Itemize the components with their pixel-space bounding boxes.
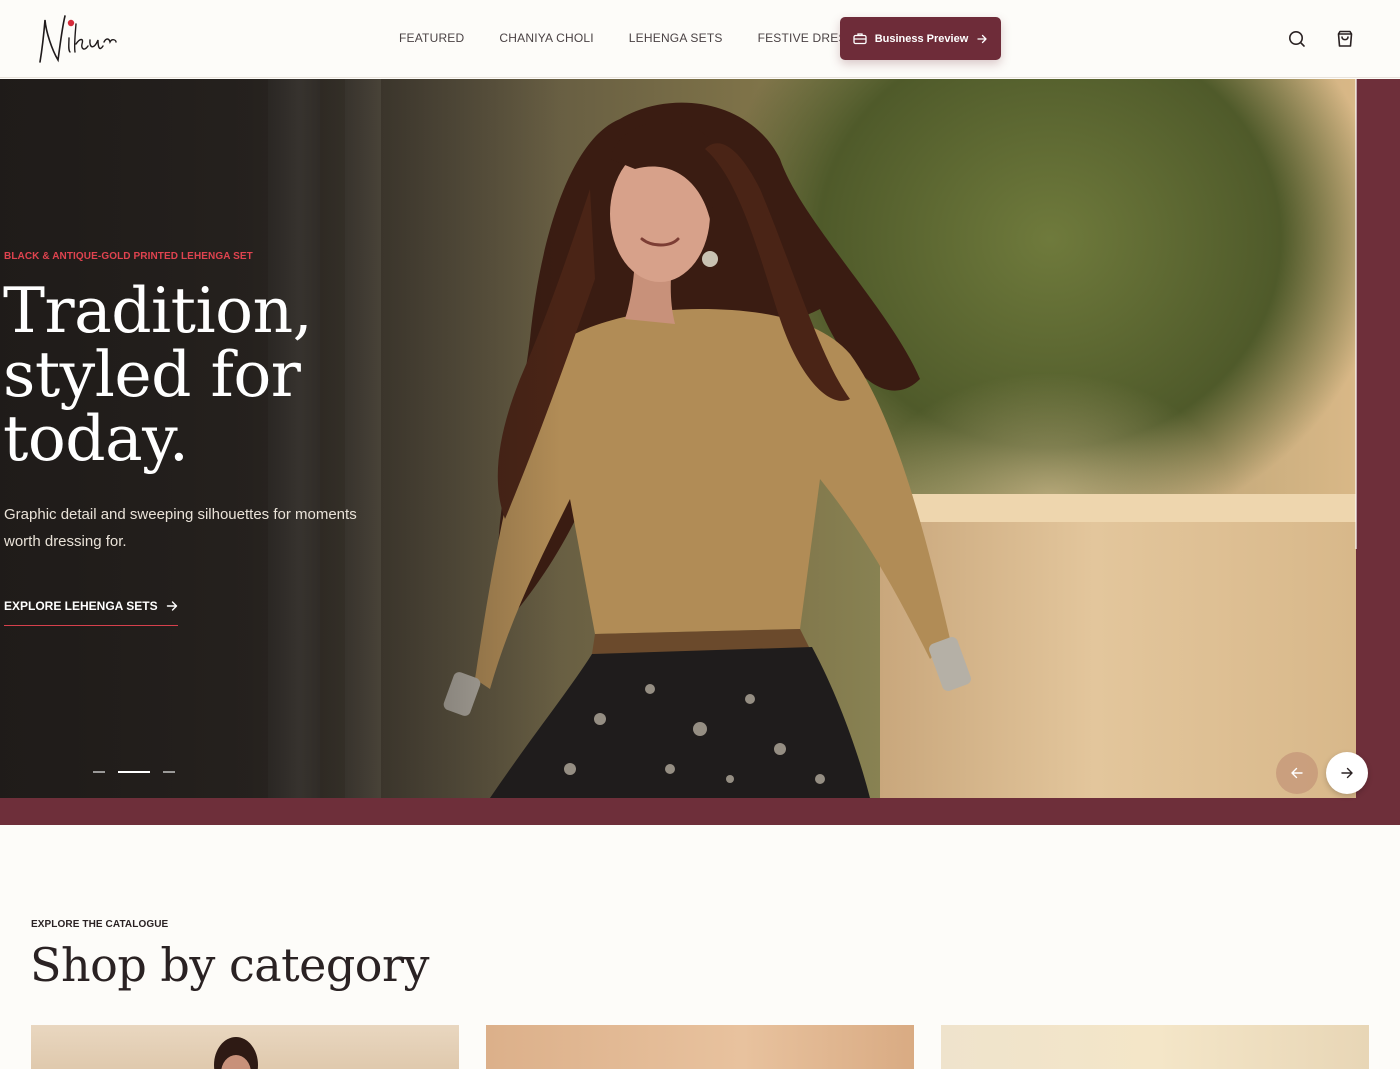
category-image bbox=[214, 1037, 258, 1069]
categories-eyebrow: EXPLORE THE CATALOGUE bbox=[31, 919, 169, 930]
carousel-dot[interactable] bbox=[163, 771, 175, 773]
hero-title: Tradition, styled for today. bbox=[3, 279, 423, 471]
arrow-right-icon bbox=[977, 34, 987, 43]
search-icon[interactable] bbox=[1287, 29, 1307, 49]
main-nav: FEATURED CHANIYA CHOLI LEHENGA SETS FEST… bbox=[399, 31, 906, 45]
hero-eyebrow: BLACK & ANTIQUE-GOLD PRINTED LEHENGA SET bbox=[4, 251, 253, 262]
business-preview-button[interactable]: Business Preview bbox=[840, 17, 1001, 60]
arrow-right-icon bbox=[1341, 767, 1353, 779]
hero-cta-label: EXPLORE LEHENGA SETS bbox=[4, 599, 158, 613]
carousel-next-button[interactable] bbox=[1326, 752, 1368, 794]
explore-lehenga-sets-link[interactable]: EXPLORE LEHENGA SETS bbox=[4, 599, 178, 626]
carousel-prev-button[interactable] bbox=[1276, 752, 1318, 794]
business-preview-label: Business Preview bbox=[874, 32, 969, 45]
hero-edge-line bbox=[1355, 79, 1357, 549]
nav-featured[interactable]: FEATURED bbox=[399, 31, 464, 45]
hero-carousel: BLACK & ANTIQUE-GOLD PRINTED LEHENGA SET… bbox=[0, 79, 1400, 825]
briefcase-icon bbox=[853, 33, 867, 45]
category-cards bbox=[31, 1025, 1369, 1069]
hero-title-line: Tradition, bbox=[3, 274, 313, 347]
site-header: FEATURED CHANIYA CHOLI LEHENGA SETS FEST… bbox=[0, 0, 1400, 78]
category-card[interactable] bbox=[31, 1025, 459, 1069]
hero-title-line: today. bbox=[3, 402, 189, 475]
carousel-dot-active[interactable] bbox=[118, 771, 150, 773]
category-card[interactable] bbox=[486, 1025, 914, 1069]
nav-lehenga-sets[interactable]: LEHENGA SETS bbox=[629, 31, 723, 45]
carousel-indicators bbox=[93, 771, 175, 773]
arrow-left-icon bbox=[1291, 767, 1303, 779]
brand-logo[interactable] bbox=[36, 10, 122, 68]
hero-title-line: styled for bbox=[3, 338, 301, 411]
categories-title: Shop by category bbox=[30, 938, 429, 992]
category-card[interactable] bbox=[941, 1025, 1369, 1069]
arrow-right-icon bbox=[166, 601, 177, 611]
nav-chaniya-choli[interactable]: CHANIYA CHOLI bbox=[499, 31, 593, 45]
hero-subtitle: Graphic detail and sweeping silhouettes … bbox=[4, 506, 357, 550]
shopping-bag-icon[interactable] bbox=[1335, 29, 1355, 49]
carousel-dot[interactable] bbox=[93, 771, 105, 773]
